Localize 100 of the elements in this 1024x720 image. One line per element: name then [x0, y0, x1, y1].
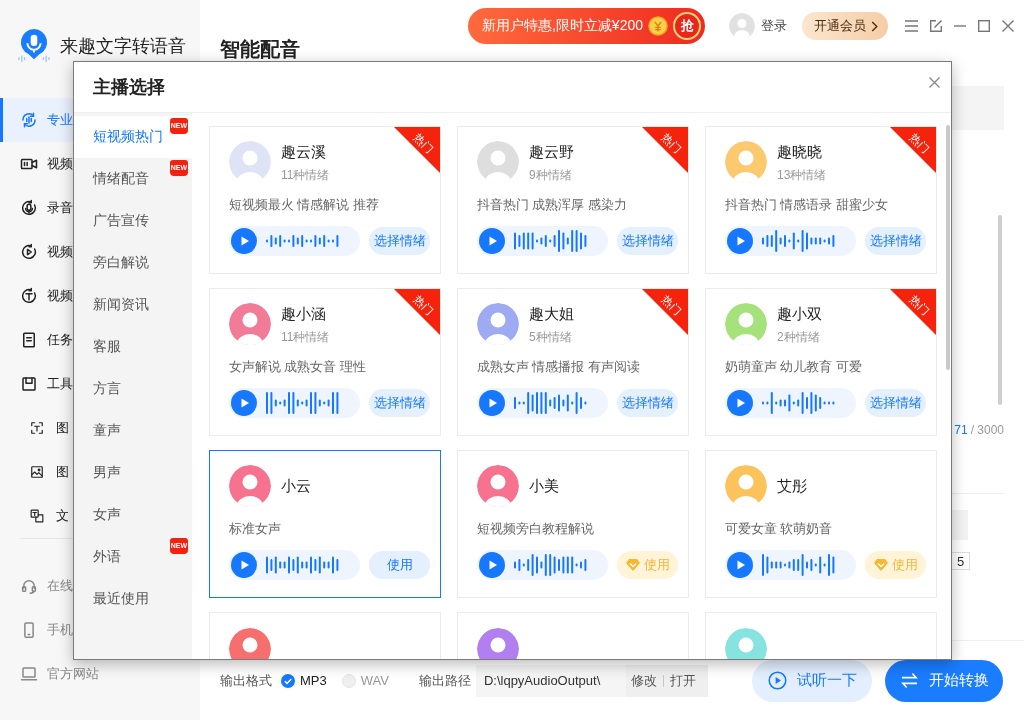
edit-icon[interactable] — [930, 20, 942, 32]
nav-item[interactable]: 工具 — [0, 362, 73, 406]
voice-tags: 女声解说 成熟女音 理性 — [229, 359, 430, 375]
voice-card[interactable]: 小云 标准女声 使用 — [209, 450, 441, 598]
scrollbar[interactable] — [946, 125, 950, 370]
nav-item[interactable]: 图 — [0, 450, 73, 494]
category-tab[interactable]: 方言 — [74, 368, 192, 410]
path-link[interactable]: 修改 — [630, 671, 657, 690]
voice-tags: 标准女声 — [229, 521, 430, 537]
hot-ribbon: 热门 — [890, 289, 936, 335]
emotion-count: 11种情绪 — [281, 168, 330, 183]
emotion-button[interactable]: 选择情绪 — [369, 227, 430, 255]
voice-tags: 抖音热门 成熟浑厚 感染力 — [477, 197, 678, 213]
nav-item[interactable]: 视频 — [0, 142, 73, 186]
voice-card[interactable]: 趣云野 9种情绪 抖音热门 成熟浑厚 感染力 选择情绪 热门 — [457, 126, 689, 274]
category-tab[interactable]: 童声 — [74, 410, 192, 452]
play-icon[interactable] — [727, 552, 753, 578]
category-tab[interactable]: 最近使用 — [74, 578, 192, 620]
emotion-button[interactable]: 选择情绪 — [865, 389, 926, 417]
hot-ribbon: 热门 — [394, 289, 440, 335]
emotion-count: 5种情绪 — [529, 330, 573, 345]
category-tab[interactable]: 女声 — [74, 494, 192, 536]
nav-item[interactable]: 视频 — [0, 274, 73, 318]
voice-tags: 抖音热门 情感语录 甜蜜少女 — [725, 197, 926, 213]
text-circle-icon — [20, 287, 38, 305]
play-icon[interactable] — [479, 390, 505, 416]
dialog-title: 主播选择 — [93, 76, 165, 99]
voice-name: 趣云溪 — [281, 143, 327, 161]
voice-tags: 可爱女童 软萌奶音 — [725, 521, 926, 537]
convert-button[interactable]: 开始转换 — [885, 659, 1003, 702]
sound-wave-icon — [513, 230, 589, 252]
category-tab[interactable]: 客服 — [74, 326, 192, 368]
category-tab[interactable]: 男声 — [74, 452, 192, 494]
chevron-icon — [871, 20, 878, 32]
promo-banner[interactable]: 新用户特惠,限时立减¥200 抢 — [467, 8, 705, 44]
char-counter: 71 / 3000 — [954, 422, 1004, 438]
radio-button[interactable] — [281, 673, 295, 688]
sound-wave-icon — [513, 392, 589, 414]
close-icon[interactable] — [929, 77, 940, 88]
sidebar-link[interactable]: 手机 — [0, 618, 73, 642]
close-icon[interactable] — [1002, 20, 1014, 32]
hot-ribbon: 热门 — [642, 289, 688, 335]
category-tab[interactable]: 旁白解说 — [74, 242, 192, 284]
play-icon[interactable] — [727, 390, 753, 416]
emotion-button[interactable]: 选择情绪 — [617, 389, 678, 417]
voice-name: 小云 — [281, 477, 311, 495]
nav-item[interactable]: 文 — [0, 494, 73, 538]
sound-wave-icon — [513, 554, 589, 576]
sidebar-link[interactable]: 官方网站 — [0, 662, 99, 686]
preview-button[interactable]: 试听一下 — [752, 659, 872, 702]
sound-wave-icon — [761, 230, 837, 252]
radio-button[interactable] — [341, 673, 356, 688]
diamond-icon — [625, 559, 640, 571]
nav-item[interactable]: 图 — [0, 406, 73, 450]
category-tab[interactable]: 新闻资讯 — [74, 284, 192, 326]
text-scan-icon — [30, 421, 44, 435]
play-icon[interactable] — [727, 228, 753, 254]
menu-icon[interactable] — [905, 20, 918, 32]
play-icon[interactable] — [479, 228, 505, 254]
maximize-icon[interactable] — [978, 20, 990, 32]
voice-card[interactable]: 趣大姐 5种情绪 成熟女声 情感播报 有声阅读 选择情绪 热门 — [457, 288, 689, 436]
voice-name: 趣云野 — [529, 143, 574, 161]
vip-button[interactable]: 开通会员 — [802, 12, 888, 40]
category-tab[interactable]: 广告宣传 — [74, 200, 192, 242]
microphone-logo-icon — [18, 28, 50, 64]
swap-icon — [899, 672, 919, 689]
voice-card[interactable]: 趣晓晓 13种情绪 抖音热门 情感语录 甜蜜少女 选择情绪 热门 — [705, 126, 937, 274]
voice-card[interactable] — [457, 612, 689, 659]
emotion-button[interactable]: 选择情绪 — [617, 227, 678, 255]
nav-item[interactable]: 专业 — [0, 98, 73, 142]
voice-card[interactable]: 小美 短视频旁白教程解说 使用 — [457, 450, 689, 598]
play-icon[interactable] — [479, 552, 505, 578]
emotion-button[interactable]: 选择情绪 — [865, 227, 926, 255]
emotion-button[interactable]: 选择情绪 — [369, 389, 430, 417]
play-icon[interactable] — [231, 552, 257, 578]
path-label: 输出路径 — [418, 671, 471, 690]
format-option[interactable]: MP3 — [281, 673, 327, 688]
voice-name: 趣小涵 — [281, 305, 327, 323]
voice-card[interactable] — [209, 612, 441, 659]
sound-wave-icon — [761, 554, 837, 576]
use-button[interactable]: 使用 — [369, 551, 430, 579]
voice-card[interactable]: 趣小双 2种情绪 奶萌童声 幼儿教育 可爱 选择情绪 热门 — [705, 288, 937, 436]
voice-card[interactable]: 艾彤 可爱女童 软萌奶音 使用 — [705, 450, 937, 598]
voice-card[interactable]: 趣小涵 11种情绪 女声解说 成熟女音 理性 选择情绪 热门 — [209, 288, 441, 436]
scrollbar[interactable] — [998, 215, 1002, 405]
overlapping-squares-icon — [30, 509, 44, 523]
play-circle-icon — [20, 243, 38, 261]
sound-wave-icon — [761, 392, 837, 414]
nav-item[interactable]: 任务 — [0, 318, 73, 362]
path-link[interactable]: 打开 — [669, 671, 696, 690]
voice-card[interactable]: 趣云溪 11种情绪 短视频最火 情感解说 推荐 选择情绪 热门 — [209, 126, 441, 274]
sidebar-link[interactable]: 在线 — [0, 574, 73, 598]
login-link[interactable]: 登录 — [761, 17, 787, 35]
nav-item[interactable]: 视频 — [0, 230, 73, 274]
play-icon[interactable] — [231, 390, 257, 416]
nav-item[interactable]: 录音 — [0, 186, 73, 230]
play-icon[interactable] — [231, 228, 257, 254]
path-field[interactable]: D:\lqpyAudioOutput\ — [475, 664, 626, 697]
grab-button[interactable]: 抢 — [673, 12, 701, 40]
laptop-icon — [20, 665, 38, 683]
